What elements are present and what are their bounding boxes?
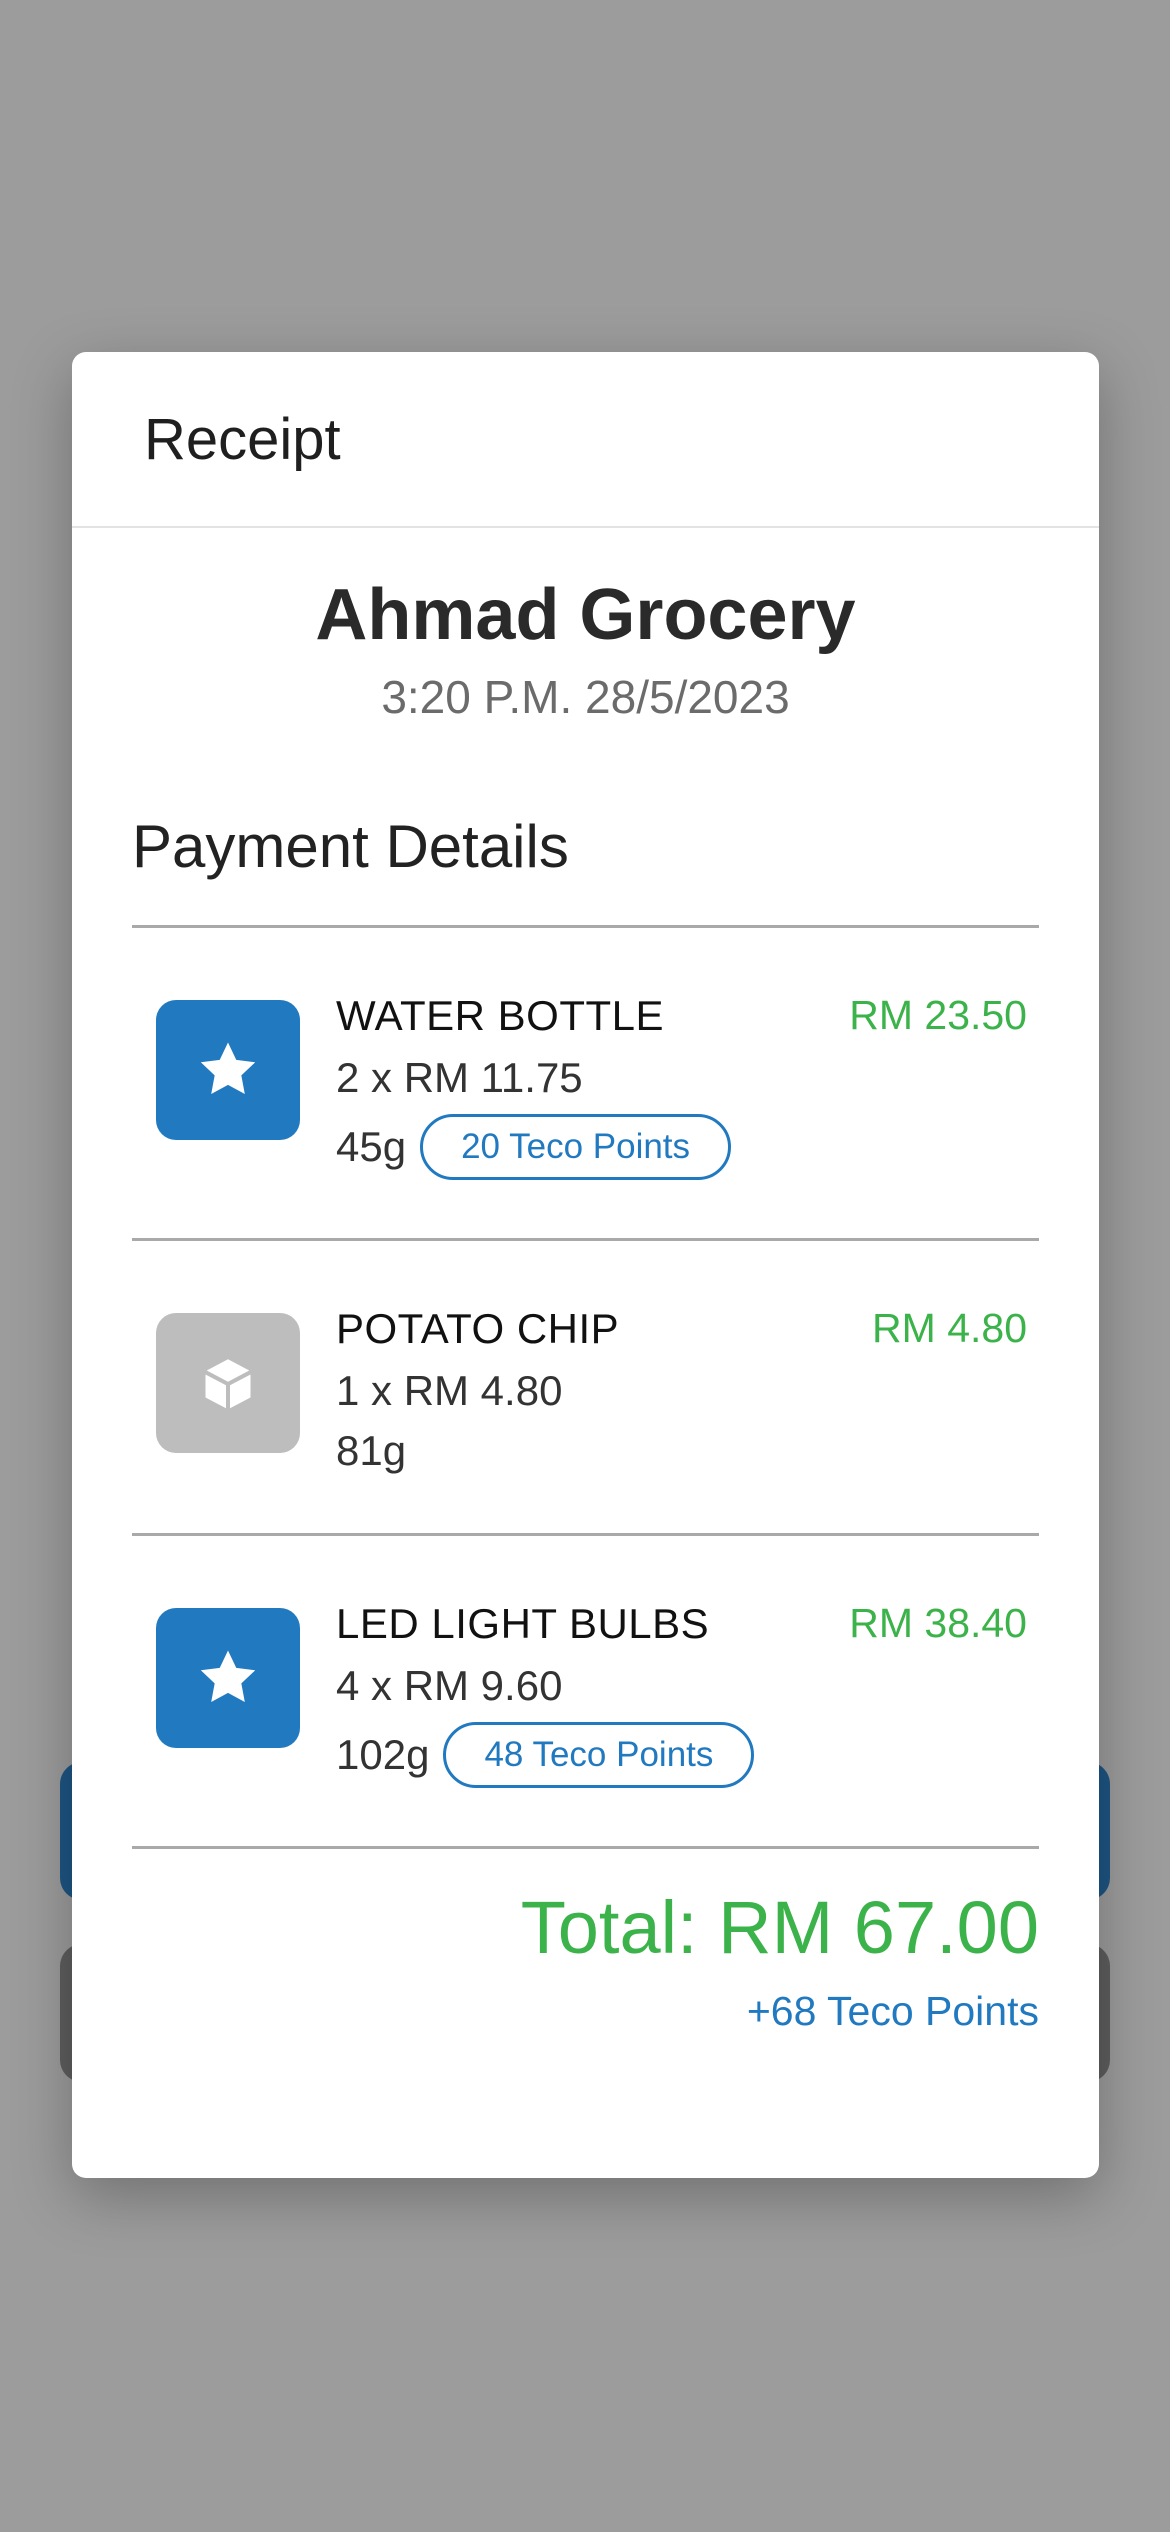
- item-icon-tile: [156, 1000, 300, 1140]
- receipt-modal: Receipt Ahmad Grocery 3:20 P.M. 28/5/202…: [72, 352, 1099, 2178]
- item-weight: 45g: [336, 1123, 407, 1170]
- transaction-datetime: 3:20 P.M. 28/5/2023: [381, 671, 790, 723]
- item-quantity: 1 x RM 4.80: [336, 1367, 563, 1414]
- item-weight: 102g: [336, 1731, 430, 1778]
- item-icon-tile: [156, 1608, 300, 1748]
- item-price: RM 23.50: [849, 992, 1027, 1038]
- total-teco-points: +68 Teco Points: [746, 1988, 1039, 2034]
- box-icon: [205, 1359, 251, 1409]
- item-quantity: 4 x RM 9.60: [336, 1662, 563, 1709]
- list-item: WATER BOTTLE 2 x RM 11.75 45g 20 Teco Po…: [132, 928, 1039, 1241]
- item-price: RM 4.80: [872, 1305, 1027, 1351]
- teco-points-badge: 20 Teco Points: [420, 1114, 732, 1180]
- item-weight-row: 45g 20 Teco Points: [336, 1114, 1027, 1180]
- list-item: POTATO CHIP 1 x RM 4.80 81g RM 4.80: [132, 1241, 1039, 1536]
- payment-items-list: WATER BOTTLE 2 x RM 11.75 45g 20 Teco Po…: [132, 925, 1039, 1849]
- item-weight-row: 81g: [336, 1427, 1027, 1475]
- list-item: LED LIGHT BULBS 4 x RM 9.60 102g 48 Teco…: [132, 1536, 1039, 1849]
- item-weight-row: 102g 48 Teco Points: [336, 1722, 1027, 1788]
- item-quantity: 2 x RM 11.75: [336, 1054, 583, 1101]
- item-icon-tile: [156, 1313, 300, 1453]
- payment-details-heading: Payment Details: [132, 813, 569, 880]
- store-name: Ahmad Grocery: [315, 575, 856, 655]
- star-icon: [200, 1650, 256, 1702]
- modal-title: Receipt: [144, 406, 341, 472]
- item-weight: 81g: [336, 1427, 407, 1474]
- teco-points-badge: 48 Teco Points: [443, 1722, 755, 1788]
- item-price: RM 38.40: [849, 1600, 1027, 1646]
- modal-header: Receipt: [72, 352, 1099, 528]
- star-icon: [200, 1042, 256, 1094]
- total-amount: Total: RM 67.00: [520, 1886, 1039, 1969]
